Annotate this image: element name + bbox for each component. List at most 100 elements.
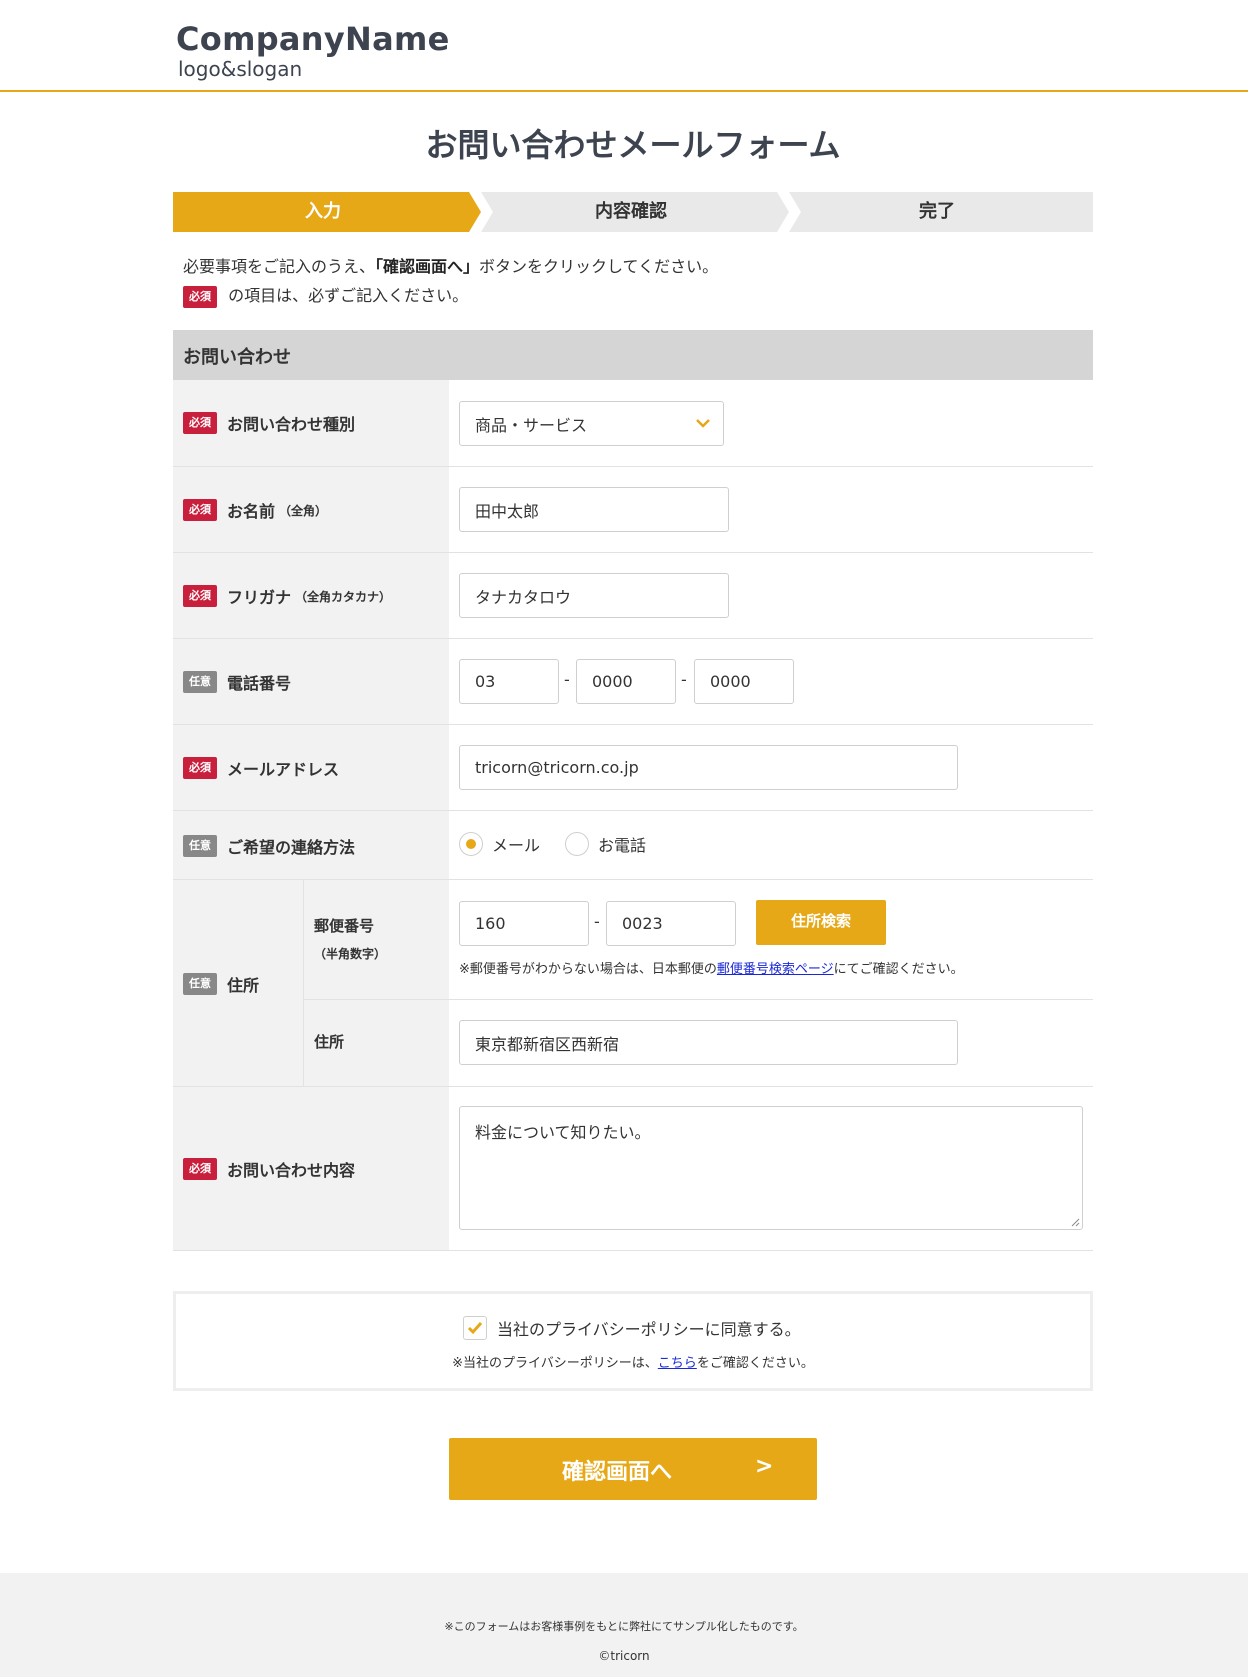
phone-input-1[interactable]: 03: [459, 659, 559, 704]
address-search-button[interactable]: 住所検索: [756, 900, 886, 945]
label-content: 必須 お名前 （全角）: [183, 498, 327, 522]
email-value: tricorn@tricorn.co.jp: [475, 758, 639, 777]
confirm-button[interactable]: 確認画面へ >: [449, 1438, 817, 1500]
company-slogan: logo&slogan: [178, 57, 303, 81]
confirm-button-label: 確認画面へ: [562, 1460, 673, 1485]
phone-value-3: 0000: [710, 672, 751, 691]
progress-steps: 入力 内容確認 完了: [173, 192, 1093, 232]
radio-phone-label: お電話: [598, 836, 647, 855]
privacy-checkbox[interactable]: [463, 1316, 487, 1340]
row-label: 必須 メールアドレス: [173, 725, 449, 810]
name-note: （全角）: [279, 503, 328, 518]
phone-value-2: 0000: [592, 672, 633, 691]
street-address-input[interactable]: 東京都新宿区西新宿: [459, 1020, 958, 1065]
step-input: 入力: [173, 192, 481, 232]
step-complete: 完了: [781, 192, 1093, 232]
intro-text: 必要事項をご記入のうえ、: [183, 257, 376, 276]
zip-help: ※郵便番号がわからない場合は、日本郵便の郵便番号検索ページにてご確認ください。: [459, 958, 964, 977]
zip-input-1[interactable]: 160: [459, 901, 589, 946]
name-value: 田中太郎: [475, 501, 540, 521]
zip-note: （半角数字）: [314, 947, 387, 961]
phone-separator: -: [564, 670, 570, 689]
required-badge: 必須: [183, 585, 217, 607]
furigana-note: （全角カタカナ）: [295, 589, 392, 604]
label-content: 必須 お問い合わせ内容: [183, 1157, 355, 1181]
name-input[interactable]: 田中太郎: [459, 487, 729, 532]
radio-phone-indicator[interactable]: [565, 832, 589, 856]
row-message: 必須 お問い合わせ内容 料金について知りたい。: [173, 1087, 1093, 1251]
phone-input-3[interactable]: 0000: [694, 659, 794, 704]
section-header: お問い合わせ: [173, 330, 1093, 380]
phone-input-2[interactable]: 0000: [576, 659, 676, 704]
step-confirm-label: 内容確認: [595, 201, 667, 222]
form-intro: 必要事項をご記入のうえ、「確認画面へ」ボタンをクリックしてください。 必須 の項…: [183, 252, 718, 310]
checkmark-icon: [467, 1322, 483, 1335]
inquiry-type-value: 商品・サービス: [475, 415, 588, 435]
required-badge: 必須: [183, 757, 217, 779]
zip-value-2: 0023: [622, 914, 663, 933]
inquiry-type-select[interactable]: 商品・サービス: [459, 401, 724, 446]
company-name[interactable]: CompanyName: [176, 20, 450, 58]
row-phone: 任意 電話番号 03 - 0000 - 0000: [173, 639, 1093, 725]
address-divider: [304, 999, 1093, 1000]
message-textarea[interactable]: 料金について知りたい。: [459, 1106, 1083, 1230]
radio-phone[interactable]: お電話: [565, 832, 646, 856]
intro-bold: 「確認画面へ」: [375, 257, 480, 276]
row-label: 必須 お問い合わせ内容: [173, 1087, 449, 1250]
zip-help-text: にてご確認ください。: [833, 962, 964, 977]
step-complete-label: 完了: [919, 201, 955, 222]
phone-label: 電話番号: [227, 674, 292, 693]
row-contact-method: 任意 ご希望の連絡方法 メール お電話: [173, 811, 1093, 880]
privacy-note-text: ※当社のプライバシーポリシーは、: [452, 1356, 658, 1371]
step-input-label: 入力: [305, 201, 341, 222]
message-value: 料金について知りたい。: [475, 1123, 651, 1142]
furigana-input[interactable]: タナカタロウ: [459, 573, 729, 618]
privacy-policy-link[interactable]: こちら: [658, 1356, 697, 1371]
chevron-down-icon: [696, 419, 710, 428]
section-title: お問い合わせ: [183, 347, 291, 368]
email-input[interactable]: tricorn@tricorn.co.jp: [459, 745, 958, 790]
row-label: 必須 フリガナ （全角カタカナ）: [173, 553, 449, 638]
zip-separator: -: [594, 912, 600, 931]
required-badge: 必須: [183, 1158, 217, 1180]
row-name: 必須 お名前 （全角） 田中太郎: [173, 467, 1093, 553]
required-badge: 必須: [183, 412, 217, 434]
radio-email[interactable]: メール: [459, 832, 540, 856]
row-label: 必須 お名前 （全角）: [173, 467, 449, 552]
name-label: お名前: [227, 502, 276, 521]
address-sublabel-column: [304, 880, 449, 1086]
zip-search-link[interactable]: 郵便番号検索ページ: [717, 962, 834, 977]
row-furigana: 必須 フリガナ （全角カタカナ） タナカタロウ: [173, 553, 1093, 639]
arrow-right-icon: >: [755, 1454, 774, 1479]
optional-badge: 任意: [183, 835, 217, 857]
resize-handle-icon[interactable]: [1070, 1217, 1080, 1227]
optional-badge: 任意: [183, 973, 217, 995]
site-footer: ※このフォームはお客様事例をもとに弊社にてサンプル化したものです。 ©trico…: [0, 1573, 1248, 1677]
intro-text: の項目は、必ずご記入ください。: [228, 286, 469, 305]
zip-input-2[interactable]: 0023: [606, 901, 736, 946]
row-label: 任意 電話番号: [173, 639, 449, 724]
phone-value-1: 03: [475, 672, 496, 691]
privacy-checkbox-label: 当社のプライバシーポリシーに同意する。: [497, 1320, 801, 1339]
row-email: 必須 メールアドレス tricorn@tricorn.co.jp: [173, 725, 1093, 811]
label-content: 必須 お問い合わせ種別: [183, 411, 355, 435]
row-inquiry-type: 必須 お問い合わせ種別 商品・サービス: [173, 380, 1093, 467]
email-label: メールアドレス: [227, 760, 340, 779]
row-label: 任意 ご希望の連絡方法: [173, 811, 449, 879]
privacy-agree[interactable]: 当社のプライバシーポリシーに同意する。: [463, 1316, 801, 1340]
street-address-value: 東京都新宿区西新宿: [475, 1034, 620, 1054]
label-content: 任意 電話番号: [183, 670, 291, 694]
radio-email-indicator[interactable]: [459, 832, 483, 856]
site-header: CompanyName logo&slogan: [0, 0, 1248, 92]
privacy-box: 当社のプライバシーポリシーに同意する。 ※当社のプライバシーポリシーは、こちらを…: [173, 1291, 1093, 1391]
street-address-label: 住所: [314, 1033, 345, 1051]
address-search-label: 住所検索: [790, 912, 851, 930]
phone-separator: -: [681, 670, 687, 689]
row-label: 任意 住所: [173, 880, 304, 1086]
footer-note: ※このフォームはお客様事例をもとに弊社にてサンプル化したものです。: [444, 1620, 804, 1633]
row-address: 任意 住所 郵便番号 （半角数字） 160 - 0023 住所検索 ※郵便番号が…: [173, 880, 1093, 1087]
page-title: お問い合わせメールフォーム: [425, 126, 841, 164]
required-badge: 必須: [183, 499, 217, 521]
zip-label: 郵便番号: [314, 917, 375, 935]
privacy-note-text: をご確認ください。: [696, 1356, 814, 1371]
